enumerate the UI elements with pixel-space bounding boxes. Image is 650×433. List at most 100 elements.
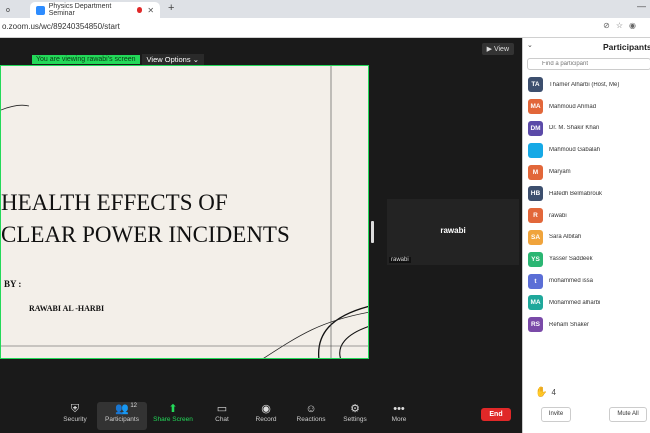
participant-name: Mahmoud Ahmad [549,103,597,110]
avatar: SA [528,229,543,245]
participant-name: Sara Albitah [549,234,582,241]
meeting-toolbar: ⛨ Security 👥 12 Participants ⬆ Share Scr… [0,400,522,433]
browser-tab-bar: o Physics Department Seminar ✕ + — [0,0,650,18]
participant-row[interactable]: Mahmoud Gabalah [528,139,650,161]
record-button[interactable]: ◉ Record [241,402,291,430]
security-label: Security [63,416,87,423]
viewing-screen-bar: You are viewing rawabi's screen View Opt… [32,54,204,65]
avatar: TA [528,77,543,93]
chat-button[interactable]: ▭ Chat [197,402,247,430]
participant-video-thumbnail[interactable]: rawabi rawabi [387,199,519,265]
url-text: o.zoom.us/wc/89240354850/start [2,22,120,31]
participant-name: Thamer Alharbi (Host, Me) [549,81,620,88]
participant-row[interactable]: HB Hafedh Belmabrouk [528,183,650,205]
settings-label: Settings [343,416,367,423]
address-bar[interactable]: o.zoom.us/wc/89240354850/start ⊘☆◉ [0,18,650,38]
security-button[interactable]: ⛨ Security [50,402,100,430]
participant-row[interactable]: Rrawabi [528,205,650,227]
share-screen-label: Share Screen [153,416,193,423]
close-tab-icon[interactable]: ✕ [147,6,154,15]
reactions-icon: ☺ [305,403,317,415]
participant-name: Yasser Saddeek [549,256,593,263]
recording-dot-icon [136,7,143,13]
raised-hands-row[interactable]: ✋ 4 [535,387,556,398]
avatar [528,142,543,158]
split-divider-handle[interactable] [371,221,374,243]
share-screen-icon: ⬆ [168,403,178,415]
panel-title: Participants [603,42,650,52]
raised-hand-icon: ✋ [535,387,548,398]
new-tab-button[interactable]: + [168,2,174,14]
shared-screen: HEALTH EFFECTS OF CLEAR POWER INCIDENTS … [0,65,369,359]
address-bar-icons: ⊘☆◉ [603,21,642,30]
participant-row[interactable]: t mohammed issa [528,270,650,292]
participant-row[interactable]: RS Reham Shaker [528,314,650,336]
slide-by-label: BY : [4,279,22,289]
shield-icon: ⛨ [70,403,80,415]
tab-label: o [6,6,10,14]
avatar: RS [528,317,543,333]
viewing-screen-label: You are viewing rawabi's screen [32,55,140,64]
participant-name: Dr. M. Shakir Khan [549,125,600,132]
mute-all-button[interactable]: Mute All [609,407,647,422]
participant-row[interactable]: MA Mahmoud Ahmad [528,96,650,118]
record-icon: ◉ [261,403,271,415]
participants-panel: ⌄ Participants ⌕ TAThamer Alharbi (Host,… [522,38,650,433]
avatar: HB [528,186,543,202]
invite-button[interactable]: Invite [541,407,571,422]
collapse-chevron-icon[interactable]: ⌄ [527,41,533,49]
participant-name: Mohammed alharbi [549,299,601,306]
participants-button[interactable]: 👥 12 Participants [97,402,147,430]
view-options-button[interactable]: View Options ⌄ [141,54,204,65]
window-minimize-icon[interactable]: — [637,1,646,11]
chat-label: Chat [215,416,229,423]
avatar: MA [528,295,543,311]
participant-name: mohammed issa [549,278,594,285]
participants-count: 12 [130,403,137,409]
record-label: Record [255,416,277,423]
participant-name: Maryam [549,169,571,176]
participant-row[interactable]: SA Sara Albitah [528,227,650,249]
view-button[interactable]: ▶ View [481,43,514,55]
thumbnail-name: rawabi [440,226,466,235]
reactions-button[interactable]: ☺ Reactions [286,402,336,430]
participant-row[interactable]: TA Thamer Alharbi (Host, Me) [528,74,650,96]
tab-title: Physics Department Seminar [48,3,112,17]
avatar: R [528,208,543,224]
avatar: M [528,164,543,180]
more-button[interactable]: ••• More [374,402,424,430]
chat-icon: ▭ [216,403,228,415]
chevron-down-icon: ⌄ [192,55,199,64]
browser-tab-active[interactable]: Physics Department Seminar ✕ [30,2,160,18]
slide-author: RAWABI AL -HARBI [29,304,105,313]
participant-name: rawabi [549,212,567,219]
people-icon: 👥 [115,403,129,415]
avatar: YS [528,251,543,267]
participant-row[interactable]: YS Yasser Saddeek [528,248,650,270]
zoom-favicon-icon [36,5,45,15]
slide-title: HEALTH EFFECTS OF CLEAR POWER INCIDENTS [1,187,331,251]
avatar: DM [528,120,543,136]
participant-search-input[interactable] [527,58,650,70]
view-options-label: View Options [146,55,191,64]
thumbnail-label: rawabi [389,257,411,263]
raised-hands-count: 4 [551,388,556,397]
browser-tab-inactive[interactable]: o [0,2,30,18]
end-meeting-button[interactable]: End [481,408,511,421]
more-label: More [391,416,407,423]
participant-name: Reham Shaker [549,321,590,328]
avatar: MA [528,99,543,115]
participant-row[interactable]: MA Mohammed alharbi [528,292,650,314]
slide-title-line2: CLEAR POWER INCIDENTS [1,222,290,247]
participant-row[interactable]: DM Dr. M. Shakir Khan [528,118,650,140]
participant-row[interactable]: M Maryam [528,161,650,183]
reactions-label: Reactions [296,416,326,423]
settings-button[interactable]: ⚙ Settings [330,402,380,430]
gear-icon: ⚙ [350,403,360,415]
participants-label: Participants [105,416,139,423]
share-screen-button[interactable]: ⬆ Share Screen [148,402,198,430]
panel-header: ⌄ Participants [523,38,650,56]
participant-name: Mahmoud Gabalah [549,147,601,154]
more-icon: ••• [393,403,405,415]
avatar: t [528,273,543,289]
